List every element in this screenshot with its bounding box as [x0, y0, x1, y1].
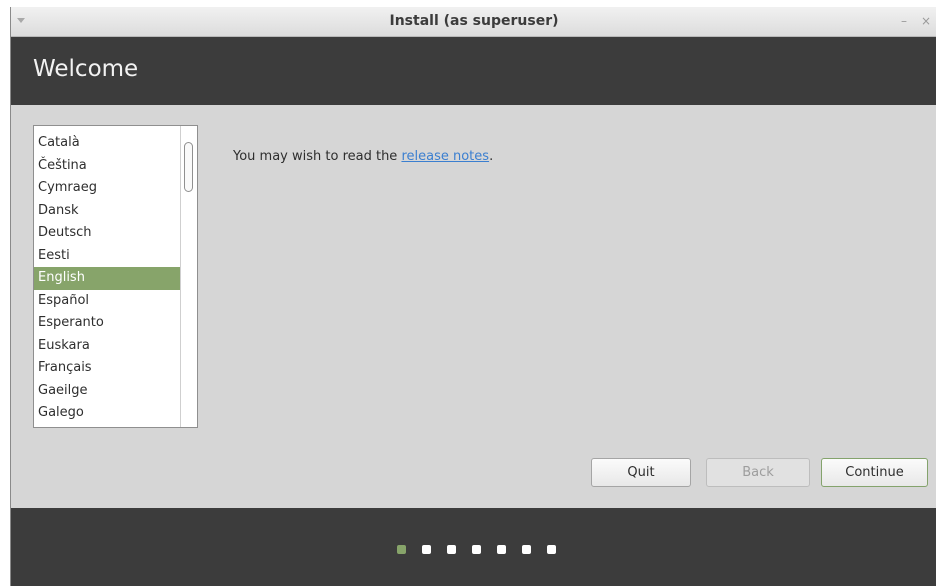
installer-window: Install (as superuser) – × Welcome Catal…: [10, 7, 936, 586]
language-list[interactable]: Català Čeština Cymraeg Dansk Deutsch Eesti Eng…: [33, 125, 198, 428]
progress-dot: [472, 545, 481, 554]
back-button[interactable]: Back: [706, 458, 810, 487]
page-header: Welcome: [11, 37, 936, 105]
scrollbar-thumb[interactable]: [184, 142, 193, 192]
title-bar[interactable]: Install (as superuser) – ×: [11, 7, 936, 37]
language-item[interactable]: Dansk: [34, 200, 180, 223]
release-notes-suffix: .: [489, 149, 494, 164]
language-item[interactable]: Esperanto: [34, 312, 180, 335]
progress-dot: [547, 545, 556, 554]
quit-button[interactable]: Quit: [591, 458, 691, 487]
language-item[interactable]: Euskara: [34, 335, 180, 358]
language-item[interactable]: English: [34, 267, 180, 290]
footer-bar: [11, 508, 936, 586]
language-item[interactable]: Galego: [34, 402, 180, 425]
language-list-items: Català Čeština Cymraeg Dansk Deutsch Eesti Eng…: [34, 132, 180, 425]
progress-dot: [447, 545, 456, 554]
close-icon[interactable]: ×: [921, 15, 931, 27]
continue-button[interactable]: Continue: [821, 458, 928, 487]
minimize-icon[interactable]: –: [901, 15, 907, 27]
release-notes-message: You may wish to read the release notes.: [233, 149, 493, 164]
language-item[interactable]: Français: [34, 357, 180, 380]
progress-dot-active: [397, 545, 406, 554]
language-item[interactable]: Čeština: [34, 155, 180, 178]
release-notes-prefix: You may wish to read the: [233, 149, 402, 164]
language-item[interactable]: Eesti: [34, 245, 180, 268]
language-item[interactable]: Español: [34, 290, 180, 313]
language-list-scrollbar[interactable]: [180, 126, 197, 427]
release-notes-link[interactable]: release notes: [401, 149, 489, 164]
window-title: Install (as superuser): [389, 13, 559, 29]
language-item[interactable]: Deutsch: [34, 222, 180, 245]
language-item[interactable]: Cymraeg: [34, 177, 180, 200]
progress-dots: [397, 545, 556, 554]
progress-dot: [497, 545, 506, 554]
page-title: Welcome: [33, 56, 139, 82]
progress-dot: [422, 545, 431, 554]
language-item[interactable]: Gaeilge: [34, 380, 180, 403]
progress-dot: [522, 545, 531, 554]
language-item[interactable]: Català: [34, 132, 180, 155]
